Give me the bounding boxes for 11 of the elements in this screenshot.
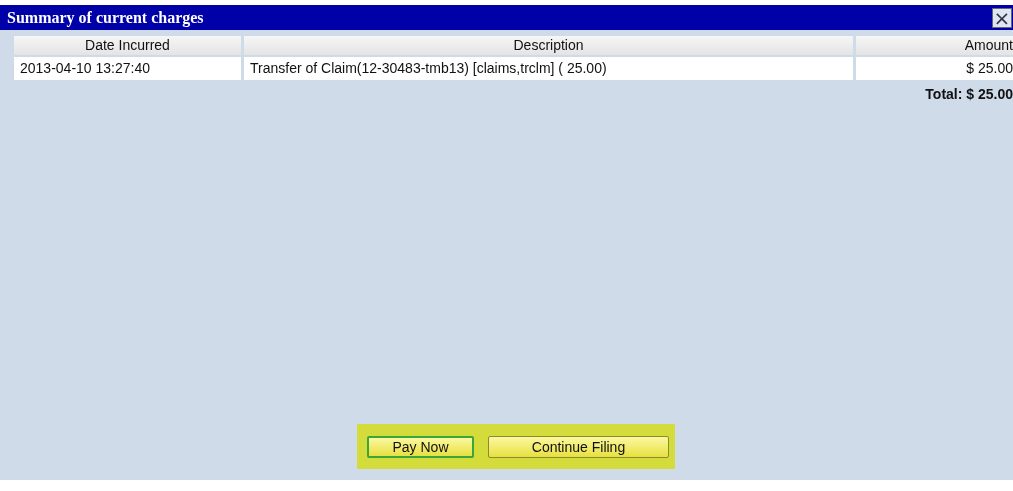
table-cell: Transfer of Claim(12-30483-tmb13) [claims,trclm] ( 25.00) — [244, 57, 853, 80]
close-button[interactable]: × — [992, 7, 1012, 28]
table-cell: 2013-04-10 13:27:40 — [14, 57, 241, 80]
total-amount: Total: $ 25.00 — [925, 86, 1013, 102]
window-title: Summary of current charges — [7, 8, 204, 27]
column-header: Amount — [856, 36, 1013, 55]
table-cell: $ 25.00 — [856, 57, 1013, 80]
column-header: Date Incurred — [14, 36, 241, 55]
pay-now-button[interactable]: Pay Now — [367, 435, 474, 458]
continue-filing-button[interactable]: Continue Filing — [488, 435, 669, 458]
column-header: Description — [244, 36, 853, 55]
